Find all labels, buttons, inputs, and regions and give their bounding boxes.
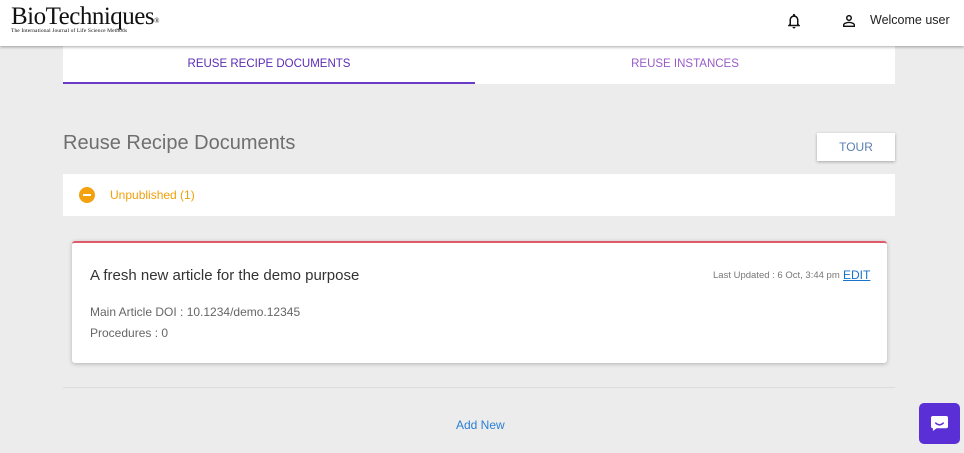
last-updated: Last Updated : 6 Oct, 3:44 pm [713, 270, 840, 281]
unpublished-group-header[interactable]: Unpublished (1) [63, 174, 895, 216]
bell-icon[interactable] [785, 12, 803, 30]
add-new-link[interactable]: Add New [456, 418, 505, 432]
minus-circle-icon[interactable] [79, 187, 95, 203]
edit-link[interactable]: EDIT [843, 268, 870, 282]
welcome-user[interactable]: Welcome user [870, 13, 950, 27]
chat-button[interactable] [919, 403, 960, 444]
page-title: Reuse Recipe Documents [63, 132, 296, 154]
group-label: Unpublished (1) [110, 188, 195, 202]
tour-button[interactable]: TOUR [817, 133, 895, 161]
procedures-count: Procedures : 0 [90, 326, 169, 340]
logo[interactable]: BioTechniques® The International Journal… [11, 3, 159, 35]
person-icon[interactable] [840, 12, 858, 30]
top-bar: BioTechniques® The International Journal… [0, 0, 964, 46]
tab-bar: REUSE RECIPE DOCUMENTS REUSE INSTANCES [63, 46, 895, 84]
article-title: A fresh new article for the demo purpose [90, 267, 360, 284]
article-card: A fresh new article for the demo purpose… [72, 241, 887, 363]
chat-bubble-icon [931, 415, 948, 432]
logo-text: BioTechniques® [11, 3, 159, 30]
divider [63, 387, 895, 388]
tab-reuse-recipe-documents[interactable]: REUSE RECIPE DOCUMENTS [63, 46, 475, 84]
article-doi: Main Article DOI : 10.1234/demo.12345 [90, 305, 301, 319]
tab-reuse-instances[interactable]: REUSE INSTANCES [475, 46, 895, 84]
